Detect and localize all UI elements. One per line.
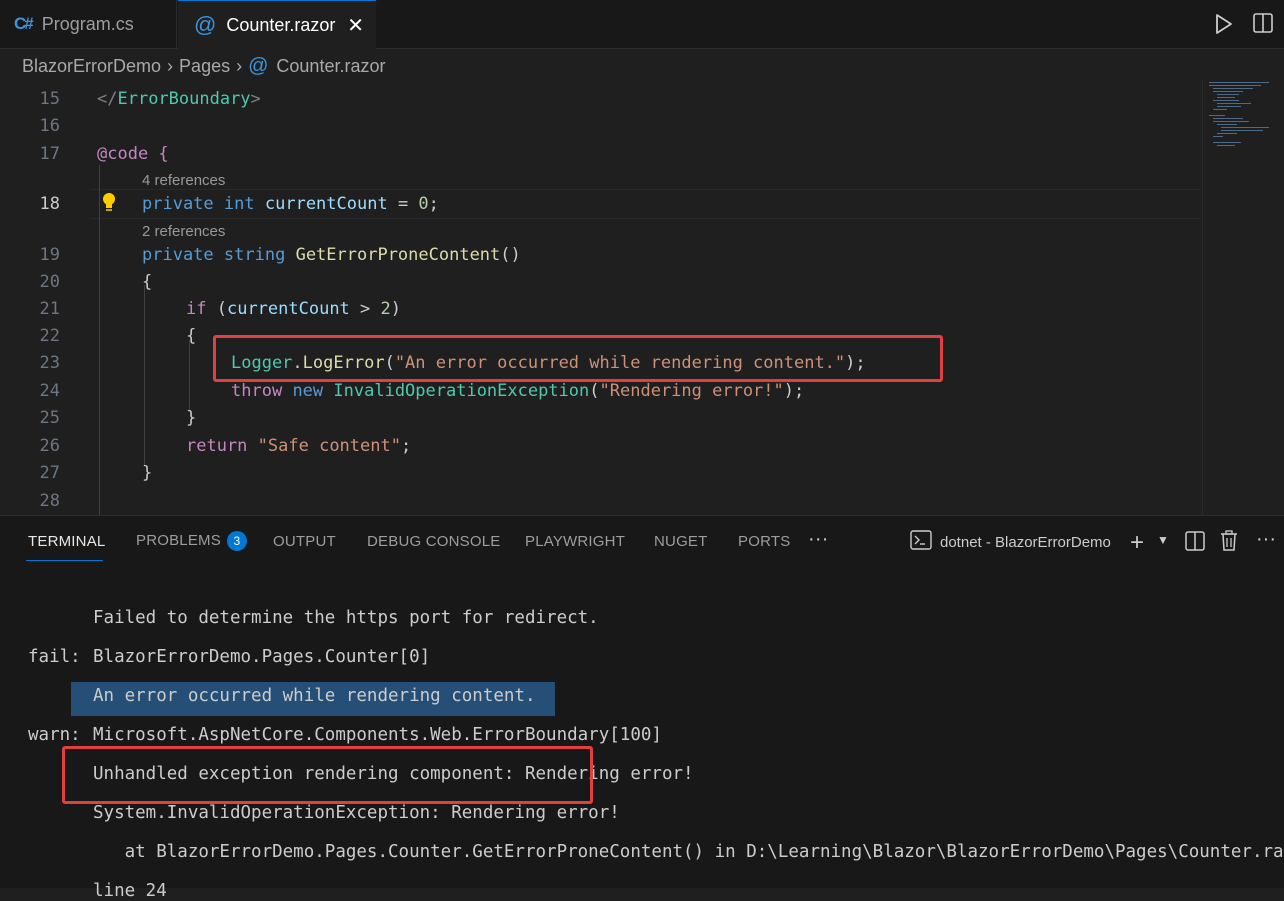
line-number-current: 18 — [39, 194, 60, 214]
tab-problems[interactable]: PROBLEMS 3 — [136, 531, 247, 551]
tab-label: Program.cs — [41, 13, 134, 34]
trash-icon[interactable] — [1220, 530, 1238, 557]
new-terminal-icon[interactable]: + — [1130, 529, 1144, 557]
line-number: 15 — [39, 89, 60, 109]
tab-problems-label: PROBLEMS — [136, 531, 221, 549]
line-number: 20 — [39, 272, 60, 292]
terminal-icon — [910, 530, 932, 554]
split-editor-icon[interactable] — [1252, 12, 1274, 39]
log-level-fail: fail: — [28, 647, 81, 667]
codelens-references[interactable]: 2 references — [142, 223, 225, 240]
line-number: 21 — [39, 299, 60, 319]
code-line: } — [186, 408, 197, 428]
code-line: private string GetErrorProneContent() — [142, 245, 521, 265]
code-line: </ErrorBoundary> — [97, 89, 261, 109]
terminal-line: at BlazorErrorDemo.Pages.Counter.GetErro… — [93, 842, 1284, 862]
chevron-right-icon: › — [236, 55, 243, 76]
indent-guide — [189, 340, 190, 410]
more-actions-icon[interactable]: ··· — [1256, 528, 1276, 551]
tab-output[interactable]: OUTPUT — [273, 533, 336, 550]
csharp-icon: C# — [14, 14, 34, 33]
code-line: return "Safe content"; — [186, 436, 412, 456]
chevron-right-icon: › — [167, 55, 174, 76]
line-number: 23 — [39, 353, 60, 373]
line-number: 26 — [39, 436, 60, 456]
close-icon[interactable]: ✕ — [347, 13, 364, 38]
terminal-name: dotnet - BlazorErrorDemo — [940, 533, 1111, 551]
tab-playwright[interactable]: PLAYWRIGHT — [525, 533, 625, 550]
line-number: 27 — [39, 463, 60, 483]
breadcrumb-folder[interactable]: Pages — [179, 56, 230, 77]
tab-ports[interactable]: PORTS — [738, 533, 790, 550]
highlight-box-logerror — [213, 335, 943, 382]
active-tab-indicator — [26, 560, 103, 561]
breadcrumb-project[interactable]: BlazorErrorDemo — [22, 56, 161, 77]
indent-guide — [144, 285, 145, 465]
terminal-line-selected: An error occurred while rendering conten… — [93, 686, 536, 706]
run-icon[interactable] — [1214, 13, 1234, 40]
minimap[interactable] — [1202, 80, 1284, 515]
line-number: 22 — [39, 326, 60, 346]
razor-at-icon: @ — [194, 12, 217, 37]
tab-terminal[interactable]: TERMINAL — [28, 533, 105, 550]
code-line: @code { — [97, 144, 169, 164]
editor-tab-bar: C# Program.cs @ Counter.razor ✕ — [0, 0, 1284, 49]
tab-nuget[interactable]: NUGET — [654, 533, 708, 550]
code-line: { — [142, 272, 153, 292]
lightbulb-icon[interactable] — [101, 192, 117, 217]
code-line: private int currentCount = 0; — [142, 194, 439, 214]
line-number: 17 — [39, 144, 60, 164]
line-number: 16 — [39, 116, 60, 136]
highlight-box-error-log — [62, 746, 593, 804]
terminal-line: BlazorErrorDemo.Pages.Counter[0] — [93, 647, 431, 667]
breadcrumb: BlazorErrorDemo › Pages › @ Counter.razo… — [22, 54, 385, 78]
bottom-panel: TERMINAL PROBLEMS 3 OUTPUT DEBUG CONSOLE … — [0, 515, 1284, 901]
terminal-line: Failed to determine the https port for r… — [93, 608, 599, 628]
razor-at-icon: @ — [248, 54, 269, 77]
problems-count-badge: 3 — [226, 531, 247, 551]
terminal-line: System.InvalidOperationException: Render… — [93, 803, 620, 823]
breadcrumb-file[interactable]: Counter.razor — [276, 56, 385, 77]
code-line: } — [142, 463, 153, 483]
tab-counter-razor[interactable]: @ Counter.razor ✕ — [178, 0, 376, 49]
code-line: throw new InvalidOperationException("Ren… — [231, 381, 805, 401]
indent-guide — [99, 165, 100, 515]
chevron-down-icon[interactable]: ▼ — [1157, 533, 1169, 547]
tab-label: Counter.razor — [226, 14, 336, 35]
terminal-line: Microsoft.AspNetCore.Components.Web.Erro… — [93, 725, 662, 745]
line-number: 25 — [39, 408, 60, 428]
line-number: 19 — [39, 245, 60, 265]
line-number: 28 — [39, 491, 60, 511]
tab-debug-console[interactable]: DEBUG CONSOLE — [367, 533, 500, 550]
more-actions-icon[interactable]: ··· — [808, 528, 829, 551]
split-terminal-icon[interactable] — [1185, 531, 1205, 556]
terminal-line: line 24 — [93, 881, 167, 901]
log-level-warn: warn: — [28, 725, 81, 745]
line-number: 24 — [39, 381, 60, 401]
tab-program-cs[interactable]: C# Program.cs — [0, 0, 177, 48]
code-line: { — [186, 326, 197, 346]
terminal-instance[interactable]: dotnet - BlazorErrorDemo — [910, 530, 1111, 554]
codelens-references[interactable]: 4 references — [142, 172, 225, 189]
code-editor[interactable]: 15 16 17 18 19 20 21 22 23 24 25 26 27 2… — [0, 85, 1200, 515]
code-line: if (currentCount > 2) — [186, 299, 402, 319]
